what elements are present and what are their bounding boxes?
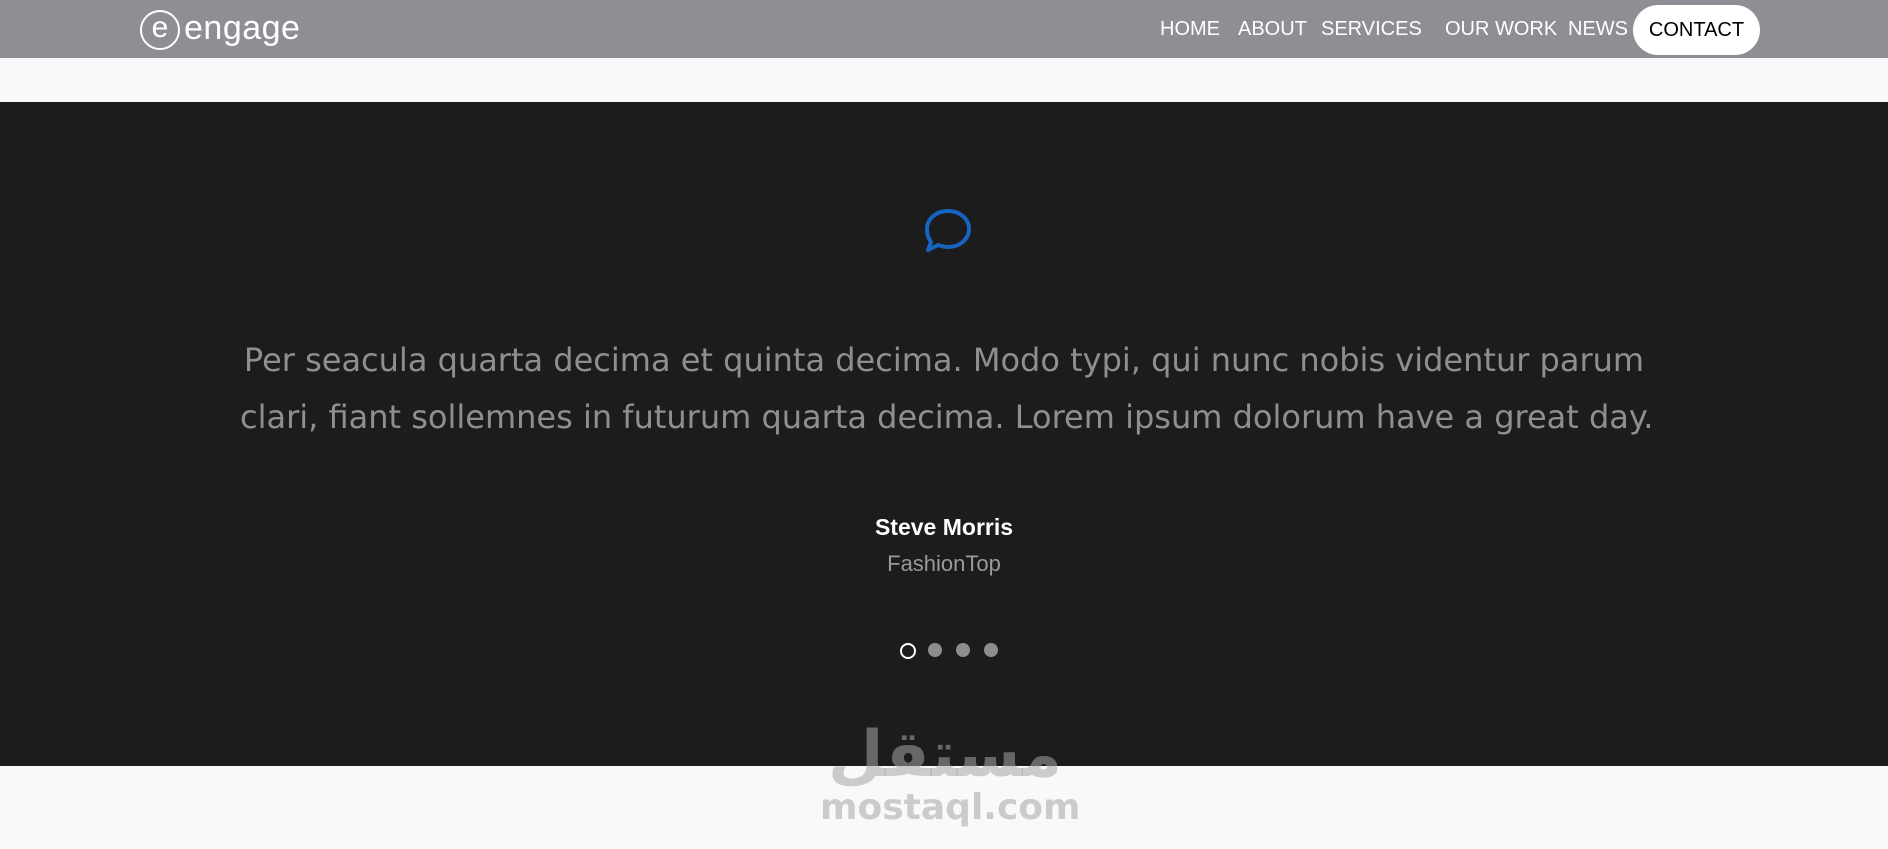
testimonial-section: Per seacula quarta decima et quinta deci… — [0, 102, 1888, 766]
quote-line: Per seacula quarta decima et quinta deci… — [243, 341, 1645, 379]
author-name: Steve Morris — [874, 514, 1014, 540]
nav-services[interactable]: SERVICES — [1321, 18, 1422, 41]
carousel-dot-2[interactable] — [928, 643, 942, 657]
nav-home[interactable]: HOME — [1160, 18, 1220, 41]
logo-text: engage — [184, 8, 301, 47]
watermark-arabic: مستقل — [827, 718, 1063, 792]
speech-bubble-icon — [925, 209, 971, 252]
nav-news[interactable]: NEWS — [1568, 18, 1628, 41]
watermark: مستقل mostaql.com — [820, 718, 1081, 828]
watermark-latin: mostaql.com — [820, 787, 1081, 828]
testimonial-quote: Per seacula quarta decima et quinta deci… — [240, 332, 1654, 446]
author-company: FashionTop — [887, 551, 1001, 576]
carousel-dot-4[interactable] — [984, 643, 998, 657]
nav-our-work[interactable]: OUR WORK — [1445, 18, 1557, 41]
top-navbar: e engage HOME ABOUT SERVICES OUR WORK NE… — [0, 0, 1888, 58]
quote-line: clari, fiant sollemnes in futurum quarta… — [240, 398, 1654, 436]
nav-about[interactable]: ABOUT — [1238, 18, 1307, 41]
logo-mark: e — [140, 10, 180, 50]
logo[interactable]: e engage — [140, 8, 300, 52]
contact-button[interactable]: CONTACT — [1633, 5, 1760, 55]
carousel-dot-1[interactable] — [900, 643, 916, 659]
carousel-dot-3[interactable] — [956, 643, 970, 657]
